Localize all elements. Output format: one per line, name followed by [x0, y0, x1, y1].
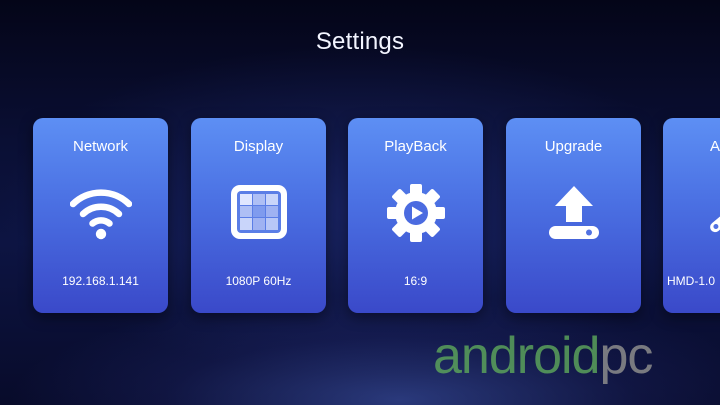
watermark-logo: androidpc [433, 327, 653, 385]
upgrade-card[interactable]: Upgrade [506, 118, 641, 313]
about-version: HMD-1.0 [667, 274, 716, 288]
watermark-tail-text: pc [599, 327, 653, 385]
display-card-title: Display [233, 138, 284, 155]
network-card[interactable]: Network 192.168.1.141 [33, 118, 168, 313]
display-card[interactable]: Display 1080P 60Hz [191, 118, 326, 313]
about-card-title: A [710, 138, 720, 155]
playback-aspect-ratio: 16:9 [403, 274, 428, 288]
wifi-icon [70, 184, 132, 242]
about-card[interactable]: A HMD-1.0 [663, 118, 720, 313]
wrench-icon [701, 184, 720, 242]
gear-play-icon [385, 184, 447, 242]
playback-card-title: PlayBack [384, 138, 447, 155]
upgrade-card-title: Upgrade [544, 138, 603, 155]
watermark-main-text: android [433, 327, 600, 385]
playback-card[interactable]: PlayBack 16:9 [348, 118, 483, 313]
network-ip-address: 192.168.1.141 [62, 274, 139, 288]
settings-screen: Settings Network 192.168.1.141 Display 1… [0, 0, 720, 405]
upload-arrow-icon [543, 184, 605, 242]
page-title: Settings [315, 28, 405, 55]
display-resolution: 1080P 60Hz [225, 274, 292, 288]
display-grid-icon [228, 184, 290, 242]
network-card-title: Network [72, 138, 128, 155]
